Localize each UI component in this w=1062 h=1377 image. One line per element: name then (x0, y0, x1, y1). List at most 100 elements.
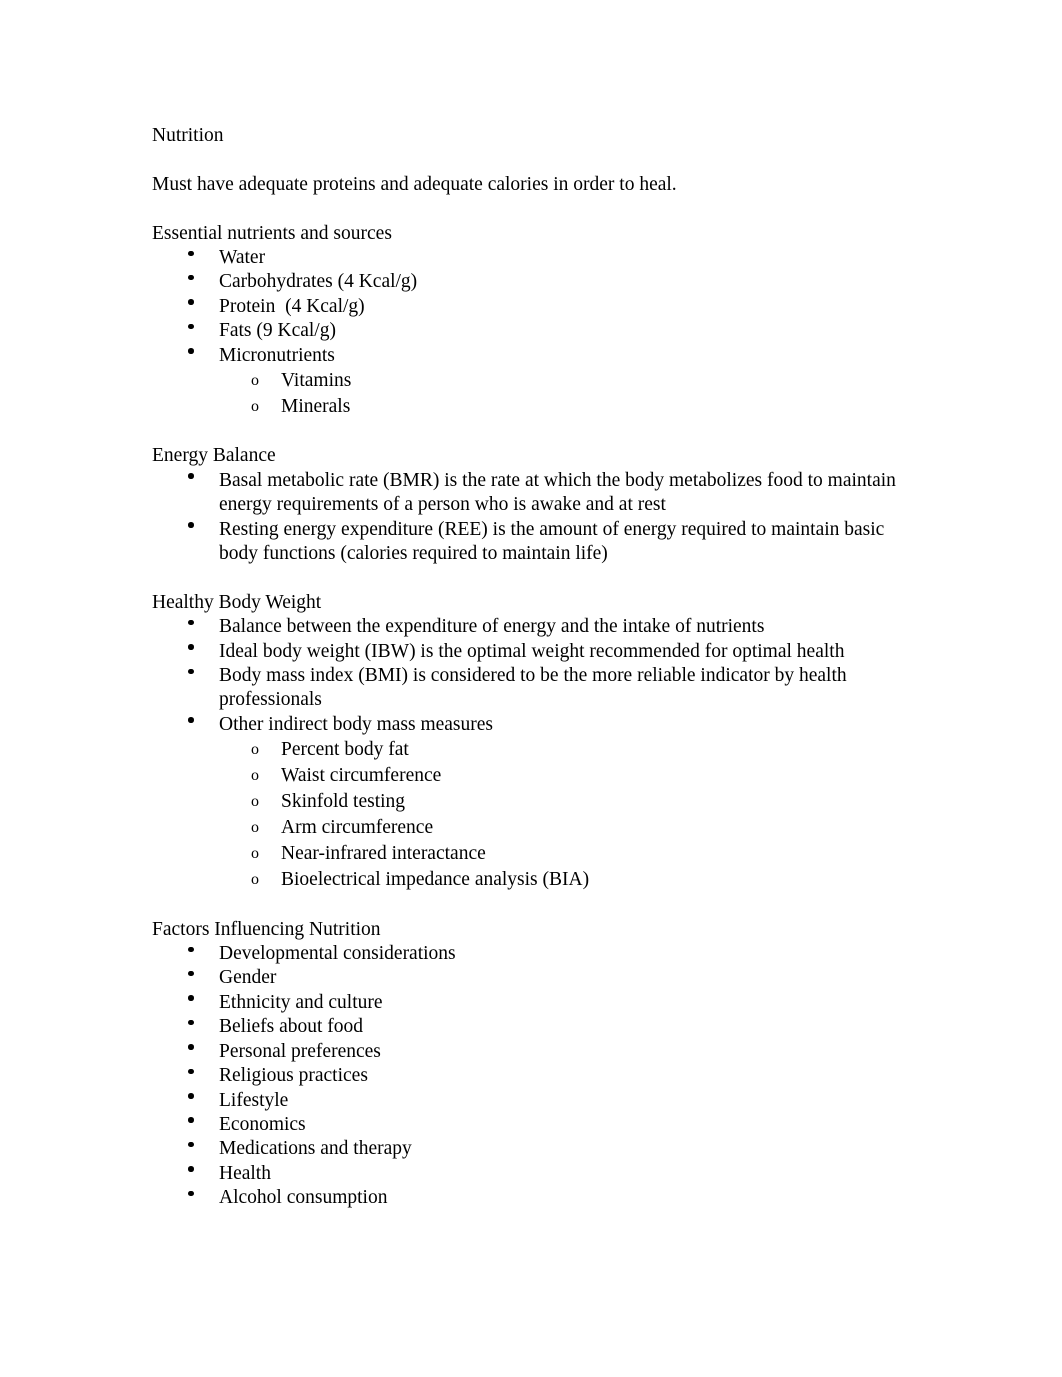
list-item-text: Alcohol consumption (219, 1187, 388, 1209)
bullet-dot-glyph (188, 644, 194, 650)
bullet-dot-icon (188, 640, 202, 664)
list-item-text: Skinfold testing (281, 791, 406, 813)
bullet-dot-glyph (188, 522, 194, 528)
bullet-dot-icon (188, 664, 202, 688)
paragraph: Must have adequate proteins and adequate… (152, 173, 677, 195)
bullet-dot-glyph (188, 1068, 194, 1075)
bullet-dot-icon (188, 1089, 202, 1113)
bullet-o-icon: o (251, 741, 259, 759)
bullet-o-icon: o (251, 871, 259, 889)
list-item-text: Minerals (281, 396, 351, 418)
bullet-o-icon: o (251, 845, 259, 863)
list-item-level1: Personal preferences (152, 1040, 902, 1064)
bullet-list: Developmental considerations Gender Ethnic… (152, 942, 902, 1210)
bullet-dot-icon (188, 246, 202, 270)
list-item-text: Personal preferences (219, 1040, 381, 1062)
bullet-dot-icon (188, 615, 202, 639)
list-item-level1: Alcohol consumption (152, 1186, 902, 1210)
list-item-level1: Balance between the expenditure of energ… (152, 615, 902, 639)
document-body: Nutrition Must have adequate proteins and… (152, 124, 902, 1211)
bullet-dot-glyph (188, 1093, 194, 1099)
bullet-dot-icon (188, 1137, 202, 1161)
list-item-text: Vitamins (281, 370, 352, 392)
bullet-dot-icon (188, 991, 202, 1015)
list-item-level1: Ideal body weight (IBW) is the optimal w… (152, 640, 902, 664)
bullet-dot-icon (188, 1015, 202, 1039)
bullet-dot-icon (188, 1064, 202, 1088)
list-item-text: Carbohydrates (4 Kcal/g) (219, 271, 418, 293)
list-item-text: Ethnicity and culture (219, 991, 383, 1013)
bullet-o-icon: o (251, 398, 259, 416)
bullet-o-icon: o (251, 819, 259, 837)
list-item-level1: Other indirect body mass measures (152, 713, 902, 737)
bullet-dot-icon (188, 942, 202, 966)
list-item-level1: Religious practices (152, 1064, 902, 1088)
bullet-dot-glyph (188, 299, 194, 305)
paragraph: Nutrition (152, 125, 224, 146)
bullet-o-icon: o (251, 793, 259, 811)
bullet-dot-glyph (188, 1019, 194, 1026)
bullet-dot-glyph (188, 970, 194, 977)
bullet-dot-glyph (188, 1190, 194, 1197)
bullet-dot-icon (188, 319, 202, 343)
list-item-text: Waist circumference (281, 765, 442, 787)
list-item-text: Developmental considerations (219, 943, 456, 965)
bullet-o-icon: o (251, 767, 259, 785)
bullet-dot-glyph (188, 473, 194, 479)
list-item-text: Body mass index (BMI) is considered to b… (219, 665, 852, 711)
list-item-text: Fats (9 Kcal/g) (219, 320, 336, 342)
list-item-level1: Ethnicity and culture (152, 991, 902, 1015)
list-item-level1: Developmental considerations (152, 942, 902, 966)
bullet-dot-icon (188, 518, 202, 542)
bullet-o-icon: o (251, 372, 259, 390)
list-item-level2: o Waist circumference (152, 763, 902, 789)
list-item-level1: Protein (4 Kcal/g) (152, 295, 902, 319)
list-item-text: Protein (4 Kcal/g) (219, 295, 365, 317)
section-heading: Healthy Body Weight (152, 591, 322, 613)
bullet-dot-glyph (188, 323, 194, 330)
bullet-list: Balance between the expenditure of energ… (152, 615, 902, 893)
bullet-dot-icon (188, 469, 202, 493)
bullet-dot-glyph (188, 946, 194, 953)
list-item-level1: Basal metabolic rate (BMR) is the rate a… (152, 469, 902, 518)
bullet-dot-icon (188, 713, 202, 737)
section-heading: Factors Influencing Nutrition (152, 918, 381, 940)
list-item-text: Other indirect body mass measures (219, 713, 494, 735)
list-item-level2: o Skinfold testing (152, 789, 902, 815)
list-item-text: Health (219, 1162, 271, 1184)
bullet-dot-glyph (188, 1044, 194, 1050)
list-item-text: Percent body fat (281, 739, 409, 761)
bullet-dot-icon (188, 344, 202, 368)
list-item-text: Bioelectrical impedance analysis (BIA) (281, 869, 590, 891)
bullet-dot-icon (188, 1113, 202, 1137)
list-item-text: Water (219, 247, 266, 268)
list-item-level2: o Minerals (152, 394, 902, 420)
list-item-level1: Gender (152, 966, 902, 990)
list-item-level1: Resting energy expenditure (REE) is the … (152, 518, 902, 567)
list-item-level1: Micronutrients (152, 344, 902, 368)
bullet-dot-glyph (188, 348, 194, 354)
bullet-dot-glyph (188, 619, 194, 626)
bullet-dot-glyph (188, 1166, 194, 1172)
list-item-level1: Medications and therapy (152, 1137, 902, 1161)
bullet-dot-glyph (188, 250, 194, 256)
list-item-level2: o Near-infrared interactance (152, 841, 902, 867)
bullet-dot-icon (188, 295, 202, 319)
list-item-text: Gender (219, 967, 277, 989)
list-item-text: Micronutrients (219, 344, 335, 366)
list-item-level1: Fats (9 Kcal/g) (152, 319, 902, 343)
list-item-text: Medications and therapy (219, 1138, 412, 1160)
bullet-dot-icon (188, 1040, 202, 1064)
bullet-dot-glyph (188, 1117, 194, 1123)
bullet-dot-icon (188, 270, 202, 294)
bullet-dot-icon (188, 966, 202, 990)
bullet-dot-glyph (188, 717, 194, 723)
list-item-text: Resting energy expenditure (REE) is the … (219, 518, 890, 565)
document-page: Nutrition Must have adequate proteins and… (0, 0, 1062, 1377)
list-item-level2: o Percent body fat (152, 737, 902, 763)
